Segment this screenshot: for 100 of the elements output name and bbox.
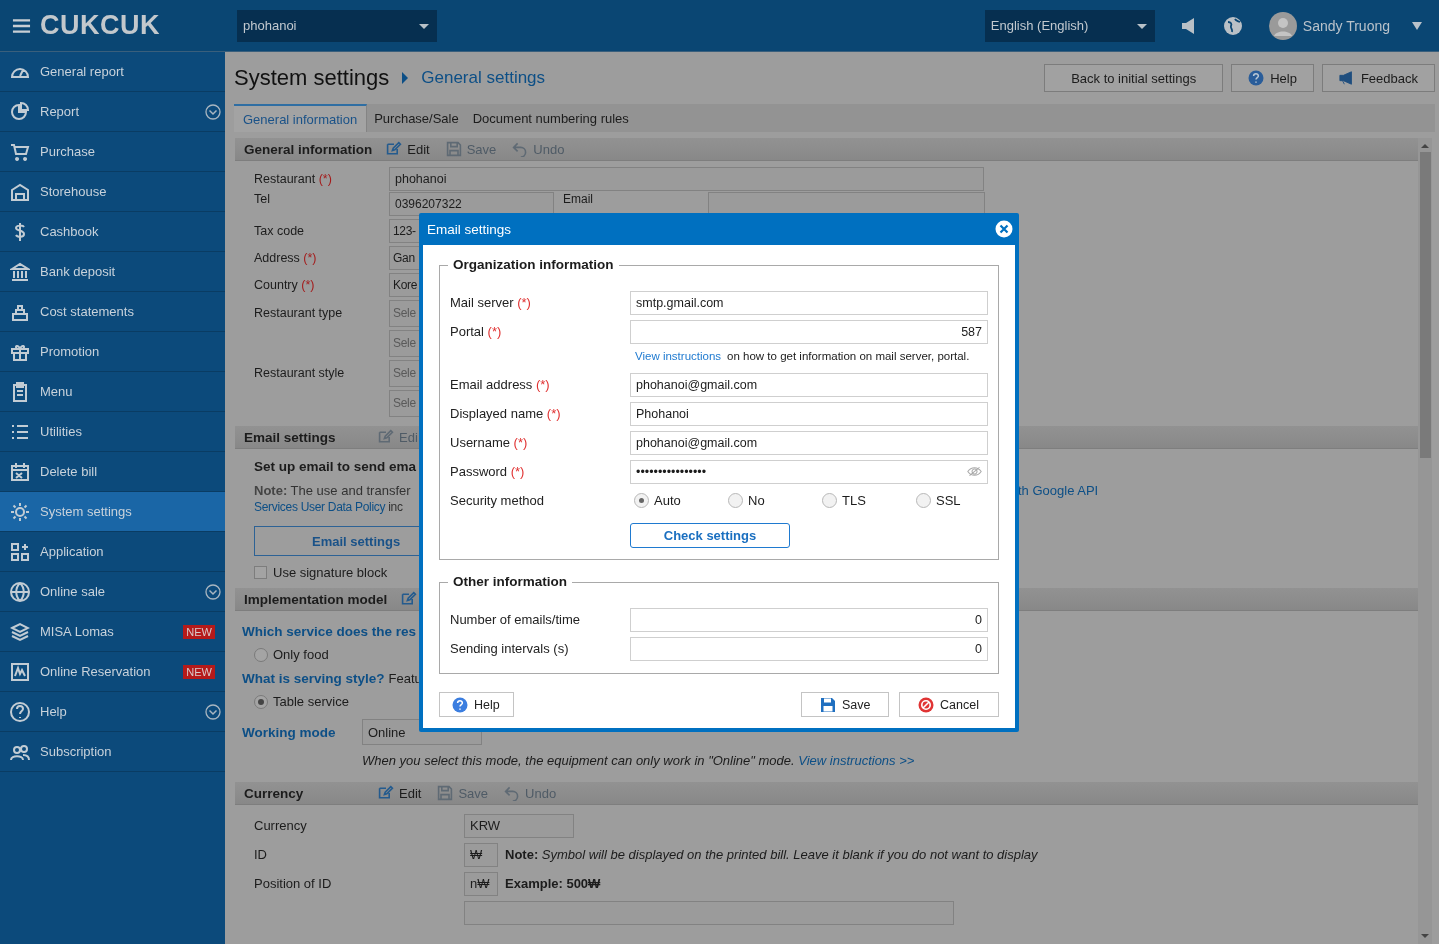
- breadcrumb-link[interactable]: General settings: [421, 68, 546, 88]
- gear-icon: [10, 501, 30, 522]
- field-label: Position of ID: [254, 876, 333, 891]
- field-label: Address (*): [254, 250, 318, 265]
- calendar-icon: [10, 461, 30, 482]
- radio-button[interactable]: [254, 694, 268, 709]
- question-text: Which service does the res: [242, 623, 417, 639]
- chevron-down-icon[interactable]: [205, 103, 221, 120]
- input-field[interactable]: ₩: [464, 842, 498, 867]
- instructions-link[interactable]: View instructions >>: [798, 753, 915, 768]
- input-field[interactable]: 0: [630, 636, 988, 661]
- stack-icon: [10, 621, 30, 642]
- sidebar-item[interactable]: Promotion: [0, 332, 225, 372]
- sidebar-item[interactable]: Purchase: [0, 132, 225, 172]
- action-button[interactable]: Edit: [386, 141, 430, 157]
- input-field[interactable]: Phohanoi: [630, 401, 988, 426]
- policy-link[interactable]: Services User Data Policy: [254, 500, 386, 514]
- radio-button[interactable]: [916, 493, 931, 508]
- input-field[interactable]: phohanoi: [389, 166, 984, 191]
- sidebar-item[interactable]: Storehouse: [0, 172, 225, 212]
- field-label: Restaurant (*): [254, 171, 333, 186]
- sidebar-item[interactable]: System settings: [0, 492, 225, 532]
- tab[interactable]: Document numbering rules: [465, 104, 636, 132]
- globe-icon[interactable]: [1222, 15, 1243, 36]
- sidebar-item[interactable]: Application: [0, 532, 225, 572]
- input-field[interactable]: ••••••••••••••••: [630, 459, 988, 484]
- tab[interactable]: General information: [234, 104, 368, 132]
- note-text: Note: The use and transfer: [254, 483, 412, 500]
- user-menu[interactable]: Sandy Truong: [1268, 11, 1390, 40]
- save-icon: [820, 696, 836, 713]
- toolbar-button[interactable]: Feedback: [1321, 64, 1435, 92]
- sidebar-item[interactable]: Cost statements: [0, 292, 225, 332]
- radio-button[interactable]: [254, 647, 268, 662]
- field-label: Number of emails/time: [450, 612, 582, 627]
- input-field[interactable]: [708, 192, 985, 216]
- sidebar-item[interactable]: Subscription: [0, 732, 225, 772]
- toolbar-button[interactable]: Help: [1231, 64, 1314, 92]
- undo-icon: [512, 141, 529, 157]
- field-label: Portal (*): [450, 324, 503, 339]
- radio-button[interactable]: [822, 493, 837, 508]
- cart-icon: [10, 141, 30, 162]
- sidebar-item[interactable]: MISA Lomas NEW: [0, 612, 225, 652]
- warehouse-icon: [10, 181, 30, 202]
- language-select[interactable]: English (English): [984, 9, 1155, 42]
- toolbar-button[interactable]: Back to initial settings: [1044, 64, 1224, 92]
- input-field[interactable]: [464, 900, 954, 925]
- dialog-button[interactable]: Save: [801, 692, 889, 717]
- checkbox[interactable]: [254, 566, 267, 579]
- sidebar-item[interactable]: Report: [0, 92, 225, 132]
- action-button[interactable]: Edit: [378, 785, 422, 801]
- sidebar-item[interactable]: Help: [0, 692, 225, 732]
- sidebar-item[interactable]: General report: [0, 52, 225, 92]
- grid-icon: [10, 541, 30, 562]
- input-field[interactable]: 587: [630, 319, 988, 344]
- check-settings-button[interactable]: Check settings: [630, 523, 790, 548]
- field-label: Password (*): [450, 464, 526, 479]
- chevron-down-icon[interactable]: [205, 703, 221, 720]
- input-field[interactable]: 0396207322: [389, 192, 554, 216]
- scrollbar-thumb[interactable]: [1419, 152, 1431, 458]
- sidebar-item[interactable]: Bank deposit: [0, 252, 225, 292]
- sidebar-item[interactable]: Online sale: [0, 572, 225, 612]
- radio-button[interactable]: [634, 493, 649, 508]
- chevron-down-icon[interactable]: [205, 583, 221, 600]
- field-label: Tel: [254, 192, 271, 206]
- sidebar-item[interactable]: Online Reservation NEW: [0, 652, 225, 692]
- field-label: Username (*): [450, 435, 529, 450]
- note-text: When you select this mode, the equipment can only work in "Online" mode. View instructions >>: [362, 753, 916, 768]
- input-field[interactable]: phohanoi@gmail.com: [630, 430, 988, 455]
- tab[interactable]: Purchase/Sale: [367, 104, 466, 132]
- pencil-icon: [378, 429, 394, 445]
- close-icon[interactable]: [995, 220, 1013, 238]
- group-title: Other information: [448, 574, 572, 589]
- field-label: Restaurant style: [254, 366, 346, 380]
- sidebar-item[interactable]: Cashbook: [0, 212, 225, 252]
- instructions-link[interactable]: View instructions: [635, 350, 722, 362]
- input-field[interactable]: 0: [630, 607, 988, 632]
- input-field[interactable]: KRW: [464, 813, 574, 838]
- edit-button[interactable]: [401, 591, 418, 607]
- menu-icon[interactable]: [12, 17, 31, 34]
- field-label: Email: [563, 192, 594, 206]
- section-subtitle: Set up email to send ema: [254, 459, 417, 476]
- save-icon: [445, 141, 462, 157]
- hidden-eye-icon[interactable]: [967, 466, 982, 477]
- input-field[interactable]: n₩: [464, 871, 498, 896]
- google-api-link[interactable]: th Google API: [1018, 483, 1099, 500]
- radio-label: TLS: [842, 493, 866, 508]
- field-label: Security method: [450, 493, 545, 508]
- restaurant-select[interactable]: phohanoi: [237, 9, 437, 42]
- dialog-button[interactable]: Cancel: [899, 692, 999, 717]
- sidebar-item[interactable]: Menu: [0, 372, 225, 412]
- help-icon: [10, 701, 30, 722]
- pencil-icon: [401, 591, 418, 607]
- bank-icon: [10, 261, 30, 282]
- sidebar-item[interactable]: Utilities: [0, 412, 225, 452]
- input-field[interactable]: phohanoi@gmail.com: [630, 372, 988, 397]
- input-field[interactable]: smtp.gmail.com: [630, 290, 988, 315]
- cancel-icon: [918, 696, 934, 713]
- field-label: Sending intervals (s): [450, 641, 570, 656]
- radio-button[interactable]: [728, 493, 743, 508]
- dialog-button[interactable]: Help: [439, 692, 514, 717]
